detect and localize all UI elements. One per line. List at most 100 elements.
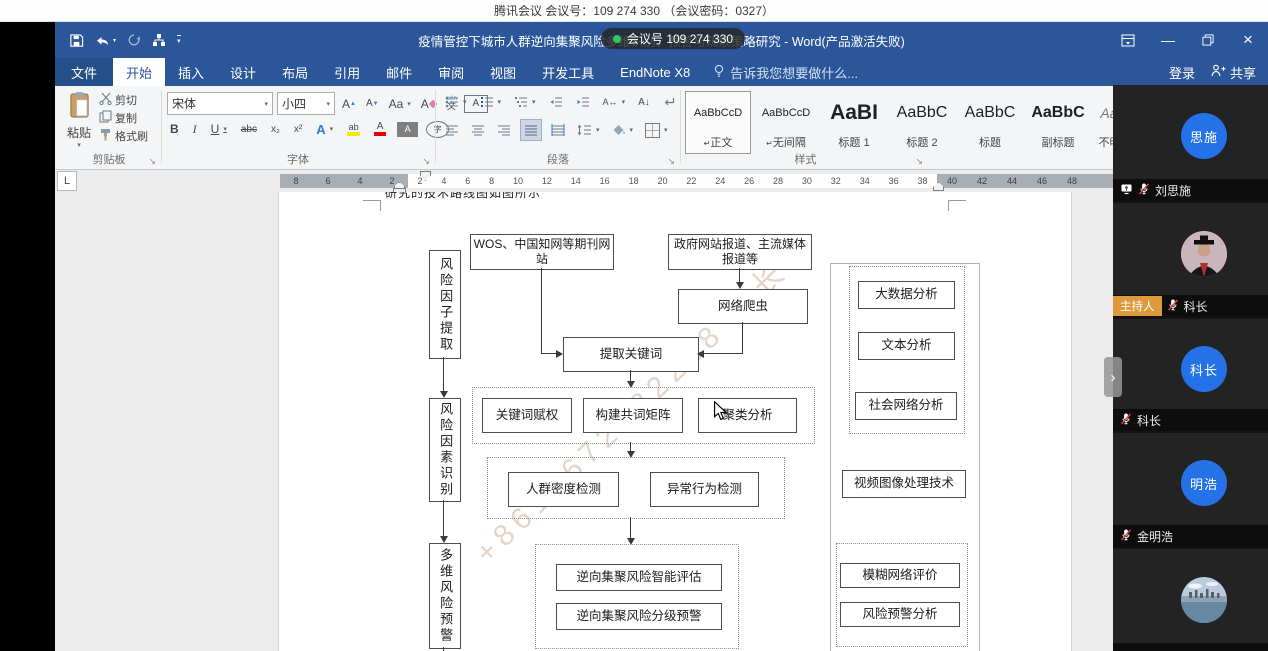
ruler-number: 16 — [600, 176, 610, 186]
font-size-combo[interactable]: 小四▾ — [277, 92, 335, 115]
italic-button[interactable]: I — [190, 119, 200, 139]
style-no-spacing[interactable]: AaBbCcD ↵无间隔 — [753, 91, 819, 154]
character-shading-button[interactable]: A — [397, 122, 418, 137]
grow-font-button[interactable]: A▲ — [339, 94, 359, 114]
mouse-cursor — [712, 401, 730, 421]
ruler-right-margin[interactable]: 4042444648 — [937, 174, 1125, 188]
subscript-button[interactable]: x₂ — [268, 119, 283, 139]
styles-group-label: 样式 — [683, 151, 928, 167]
participant-tile[interactable]: 明浩 金明浩 — [1113, 433, 1268, 547]
copy-icon — [99, 110, 112, 126]
paste-button[interactable]: 粘贴 ▾ — [63, 91, 95, 149]
save-icon[interactable] — [69, 33, 84, 48]
participant-labelbar: 刘思施 — [1113, 179, 1268, 201]
borders-button[interactable]: ▾ — [642, 120, 671, 140]
ruler-row: L 8642 246810121416182022242628303234363… — [55, 170, 1268, 192]
panel-collapse-handle[interactable]: › — [1104, 357, 1122, 397]
format-painter-button[interactable]: 格式刷 — [99, 128, 148, 144]
avatar-graduate-photo — [1181, 231, 1227, 277]
participant-labelbar: 主持人 科长 — [1113, 295, 1268, 317]
share-button[interactable]: 共享 — [1211, 63, 1256, 82]
minimize-button[interactable]: — — [1148, 22, 1188, 58]
ruler-number: 44 — [1007, 176, 1017, 186]
bullet-list-button[interactable]: ▾ — [442, 92, 470, 112]
participant-tile[interactable]: 思施 刘思施 — [1113, 85, 1268, 201]
flow-connector — [739, 268, 740, 283]
ruler-text-area[interactable]: 2468101214161820222426283032343638 — [408, 174, 937, 188]
shrink-font-button[interactable]: A▼ — [363, 94, 382, 114]
meeting-topbar: 腾讯会议 会议号：109 274 330 （会议密码：0327） — [0, 0, 1268, 22]
tab-view[interactable]: 视图 — [477, 58, 529, 86]
restore-button[interactable] — [1188, 22, 1228, 58]
undo-icon[interactable]: ▾ — [95, 34, 116, 47]
decrease-indent-button[interactable] — [546, 92, 566, 112]
highlight-button[interactable]: ab — [344, 119, 363, 139]
signin-link[interactable]: 登录 — [1169, 63, 1195, 82]
customize-qat-icon[interactable]: ▾ — [177, 35, 181, 45]
group-font: 宋体▾ 小四▾ A▲ A▼ Aa▾ A wén 文 A B I U▾ abc — [163, 86, 433, 169]
style-heading1[interactable]: AaBI 标题 1 — [821, 91, 887, 154]
cut-button[interactable]: 剪切 — [99, 92, 137, 108]
align-left-button[interactable] — [442, 120, 462, 140]
styles-dialog-launcher[interactable]: ↘ — [915, 156, 923, 167]
clipboard-dialog-launcher[interactable]: ↘ — [148, 156, 156, 167]
flowchart-tool-icon[interactable] — [152, 33, 166, 47]
ruler-number: 4 — [441, 176, 446, 186]
tab-developer[interactable]: 开发工具 — [529, 58, 607, 86]
align-right-button[interactable] — [494, 120, 514, 140]
font-dialog-launcher[interactable]: ↘ — [422, 156, 430, 167]
window-controls: — × — [1108, 22, 1268, 58]
multilevel-list-button[interactable]: ▾ — [511, 92, 539, 112]
tab-review[interactable]: 审阅 — [425, 58, 477, 86]
numbered-list-button[interactable]: ▾ — [477, 92, 505, 112]
tab-design[interactable]: 设计 — [217, 58, 269, 86]
shading-button[interactable]: ▾ — [609, 120, 637, 140]
increase-indent-button[interactable] — [573, 92, 593, 112]
tab-layout[interactable]: 布局 — [269, 58, 321, 86]
style-heading2[interactable]: AaBbC 标题 2 — [889, 91, 955, 154]
distribute-button[interactable] — [548, 120, 568, 140]
justify-button[interactable] — [520, 119, 542, 141]
flow-connector — [443, 647, 444, 651]
bold-button[interactable]: B — [167, 119, 182, 139]
asian-layout-button[interactable]: A↔▾ — [600, 92, 629, 112]
ruler-left-margin[interactable]: 8642 — [280, 174, 408, 188]
flow-node-crowd-density: 人群密度检测 — [508, 472, 619, 507]
tab-endnote[interactable]: EndNote X8 — [607, 58, 703, 86]
strikethrough-button[interactable]: abc — [238, 119, 260, 139]
tab-file[interactable]: 文件 — [55, 58, 113, 86]
underline-button[interactable]: U▾ — [208, 119, 230, 139]
sort-button[interactable]: A↓ — [635, 92, 653, 112]
style-subtitle[interactable]: AaBbC 副标题 — [1025, 91, 1091, 154]
ribbon-display-options-icon[interactable] — [1108, 22, 1148, 58]
font-name-combo[interactable]: 宋体▾ — [167, 92, 273, 115]
participant-tile[interactable]: 主持人 科长 — [1113, 203, 1268, 317]
style-normal[interactable]: AaBbCcD ↵正文 — [685, 91, 751, 154]
show-hide-marks-button[interactable] — [660, 92, 678, 112]
tell-me-box[interactable]: 告诉我您想要做什么... — [703, 58, 868, 86]
participant-tile[interactable] — [1113, 549, 1268, 651]
participant-tile[interactable]: 科长 科长 — [1113, 319, 1268, 431]
redo-icon[interactable] — [127, 33, 141, 47]
copy-button[interactable]: 复制 — [99, 110, 137, 126]
close-button[interactable]: × — [1228, 22, 1268, 58]
font-color-button[interactable]: A — [371, 119, 389, 139]
group-separator — [435, 90, 436, 163]
tab-insert[interactable]: 插入 — [165, 58, 217, 86]
flow-node-abnormal-behavior: 异常行为检测 — [650, 472, 759, 507]
line-spacing-button[interactable]: ▾ — [574, 120, 603, 140]
tab-stop-selector[interactable]: L — [57, 171, 77, 191]
paragraph-dialog-launcher[interactable]: ↘ — [667, 156, 675, 167]
tab-references[interactable]: 引用 — [321, 58, 373, 86]
clipped-heading: 研究的技术路线图如图所示 — [385, 192, 545, 201]
style-title[interactable]: AaBbC 标题 — [957, 91, 1023, 154]
superscript-button[interactable]: x² — [291, 119, 305, 139]
tab-home[interactable]: 开始 — [113, 58, 165, 86]
mic-muted-icon — [1120, 529, 1132, 544]
align-center-button[interactable] — [468, 120, 488, 140]
change-case-button[interactable]: Aa▾ — [386, 94, 414, 114]
margin-corner-mark — [363, 200, 381, 211]
text-effects-button[interactable]: A▾ — [313, 119, 336, 139]
screen: 腾讯会议 会议号：109 274 330 （会议密码：0327） ▾ ▾ 疫情管… — [0, 0, 1268, 651]
tab-mailings[interactable]: 邮件 — [373, 58, 425, 86]
